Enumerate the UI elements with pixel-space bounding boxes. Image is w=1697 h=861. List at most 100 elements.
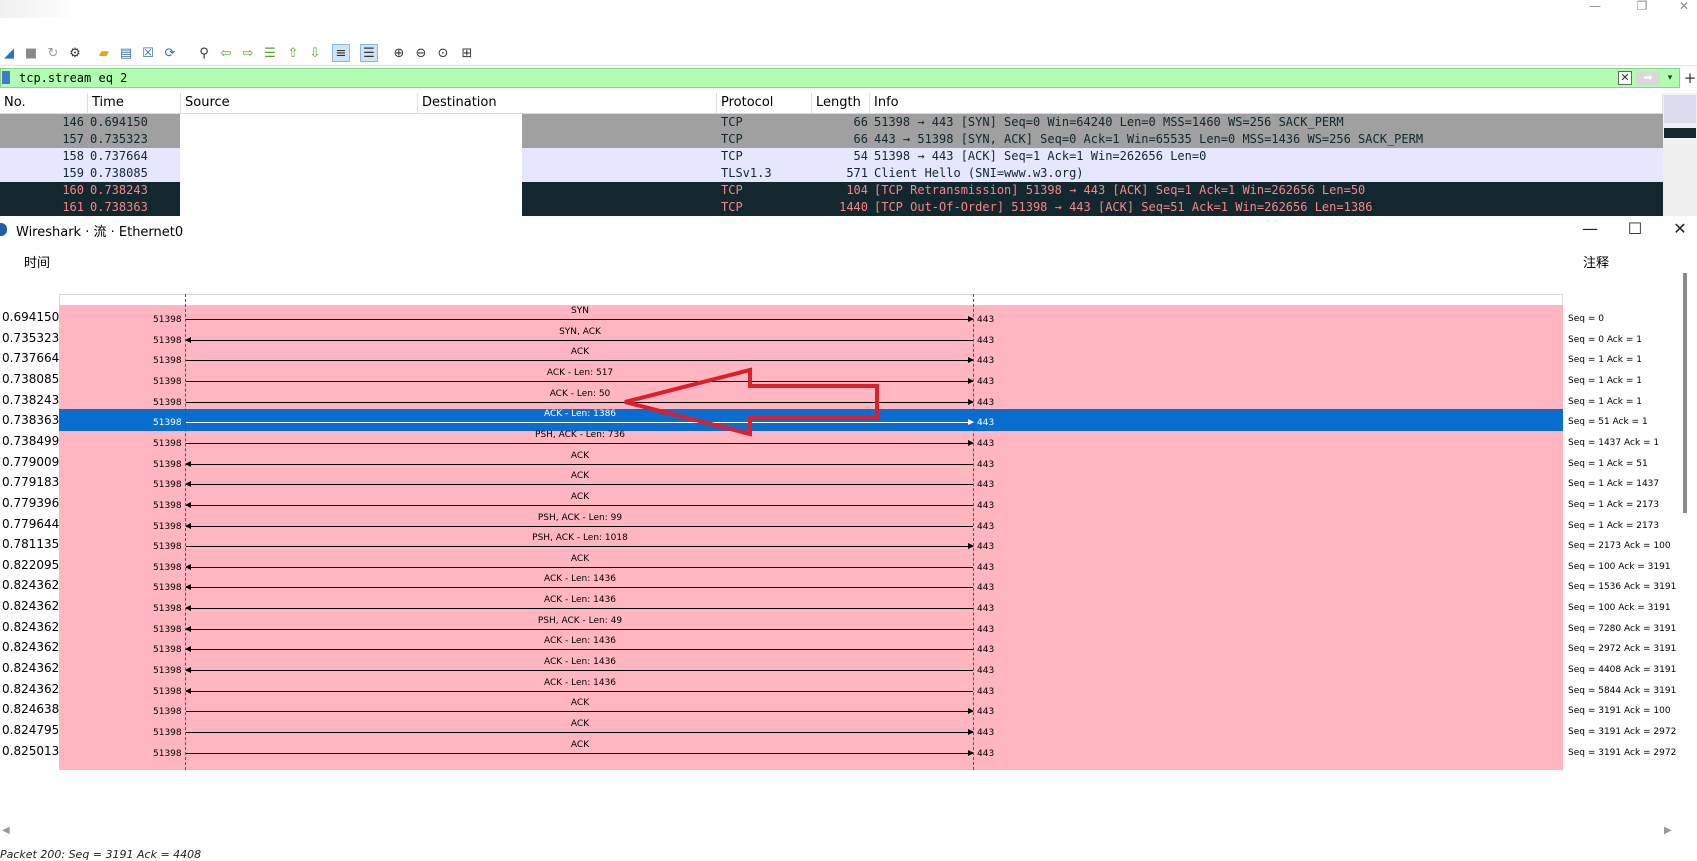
flow-row[interactable]: 0.738243 51398 ACK - Len: 50 443 Seq = 1 Ack… — [0, 389, 1697, 411]
flow-port-b: 443 — [977, 542, 995, 553]
zoom-normal-icon[interactable]: ⊙ — [434, 44, 452, 62]
packet-info: Client Hello (SNI=www.w3.org) — [874, 166, 1084, 180]
find-magnifier-icon[interactable]: ⚲ — [195, 44, 213, 62]
autoscroll-icon[interactable]: ≡ — [332, 44, 350, 62]
flow-comment: Seq = 7280 Ack = 3191 — [1568, 623, 1677, 634]
scroll-left-icon[interactable]: ◀ — [2, 825, 10, 836]
flow-header: 时间 注释 — [0, 252, 1697, 282]
go-back-arrow-icon[interactable]: ⇦ — [217, 44, 235, 62]
flow-row[interactable]: 0.694150 51398 SYN 443 Seq = 0 — [0, 306, 1697, 328]
flow-port-b: 443 — [977, 707, 995, 718]
flow-row[interactable]: 0.824638 51398 ACK 443 Seq = 3191 Ack = 100 — [0, 698, 1697, 720]
packet-list-scrollbar[interactable] — [1663, 93, 1697, 216]
flow-row[interactable]: 0.779183 51398 ACK 443 Seq = 1 Ack = 1437 — [0, 471, 1697, 493]
flow-row[interactable]: 0.735323 51398 SYN, ACK 443 Seq = 0 Ack = 1 — [0, 327, 1697, 349]
flow-row[interactable]: 0.738499 51398 PSH, ACK - Len: 736 443 Seq =… — [0, 430, 1697, 452]
main-close-button[interactable]: ✕ — [1669, 0, 1697, 14]
title-area — [0, 0, 80, 18]
save-file-icon[interactable]: ▤ — [117, 44, 135, 62]
column-header-info[interactable]: Info — [870, 93, 1663, 114]
flow-comment: Seq = 1 Ack = 2173 — [1568, 499, 1660, 510]
column-header-length[interactable]: Length — [812, 93, 870, 114]
flow-close-button[interactable]: ✕ — [1668, 220, 1692, 238]
capture-options-gear-icon[interactable]: ⚙ — [66, 44, 84, 62]
packet-row[interactable]: 158 0.737664 TCP 54 51398 → 443 [ACK] Seq=1 … — [0, 148, 1663, 165]
go-last-packet-icon[interactable]: ⇩ — [306, 44, 324, 62]
flow-row[interactable]: 0.779396 51398 ACK 443 Seq = 1 Ack = 2173 — [0, 492, 1697, 514]
packet-row[interactable]: 157 0.735323 TCP 66 443 → 51398 [SYN, ACK] S… — [0, 131, 1663, 148]
flow-row[interactable]: 0.824362 51398 ACK - Len: 1436 443 Seq = 440… — [0, 657, 1697, 679]
zoom-in-icon[interactable]: ⊕ — [390, 44, 408, 62]
column-header-protocol[interactable]: Protocol — [717, 93, 812, 114]
flow-port-a: 51398 — [153, 666, 182, 677]
flow-port-a: 51398 — [153, 728, 182, 738]
filter-clear-button[interactable]: ✕ — [1618, 71, 1632, 85]
flow-row[interactable]: 0.824362 51398 ACK - Len: 1436 443 Seq = 100… — [0, 595, 1697, 617]
flow-row[interactable]: 0.825013 51398 ACK 443 Seq = 3191 Ack = 2972 — [0, 740, 1697, 762]
flow-row[interactable]: 0.737664 51398 ACK 443 Seq = 1 Ack = 1 — [0, 347, 1697, 369]
flow-row[interactable]: 0.779644 51398 PSH, ACK - Len: 99 443 Seq = … — [0, 513, 1697, 535]
flow-port-b: 443 — [977, 397, 995, 408]
main-restore-button[interactable]: ❐ — [1627, 0, 1657, 14]
filter-bookmark-icon[interactable] — [2, 71, 10, 84]
flow-row[interactable]: 0.824362 51398 ACK - Len: 1436 443 Seq = 584… — [0, 678, 1697, 700]
flow-time: 0.779396 — [2, 495, 60, 510]
flow-label: PSH, ACK - Len: 49 — [537, 615, 623, 626]
packet-protocol: TCP — [721, 115, 743, 129]
packet-row[interactable]: 159 0.738085 TLSv1.3 571 Client Hello (SNI=w… — [0, 165, 1663, 182]
column-header-no[interactable]: No. — [0, 93, 88, 114]
main-minimize-button[interactable]: — — [1580, 0, 1610, 14]
flow-row[interactable]: 0.824362 51398 PSH, ACK - Len: 49 443 Seq = … — [0, 616, 1697, 638]
display-filter-input[interactable]: tcp.stream eq 2 — [0, 68, 1680, 88]
flow-row[interactable]: 0.779009 51398 ACK 443 Seq = 1 Ack = 51 — [0, 451, 1697, 473]
comment-column-header: 注释 — [1583, 256, 1610, 271]
open-folder-icon[interactable]: ▰ — [95, 44, 113, 62]
flow-port-a: 51398 — [153, 438, 182, 449]
close-file-icon[interactable]: ☒ — [139, 44, 157, 62]
flow-status-text: Packet 200: Seq = 3191 Ack = 4408 — [0, 848, 202, 861]
flow-port-b: 443 — [977, 521, 995, 532]
packet-row[interactable]: 161 0.738363 TCP 1440 [TCP Out-Of-Order] 513… — [0, 199, 1663, 216]
column-header-time[interactable]: Time — [88, 93, 181, 114]
packet-row[interactable]: 146 0.694150 TCP 66 51398 → 443 [SYN] Seq=0 … — [0, 114, 1663, 131]
flow-vertical-scrollbar[interactable] — [1683, 273, 1687, 513]
flow-maximize-button[interactable]: ☐ — [1623, 220, 1647, 238]
flow-port-a: 51398 — [153, 707, 182, 718]
filter-history-dropdown[interactable]: ▾ — [1664, 70, 1676, 86]
flow-horizontal-scrollbar[interactable]: ◀ ▶ — [0, 825, 1680, 839]
flow-row[interactable]: 0.822095 51398 ACK 443 Seq = 100 Ack = 3191 — [0, 554, 1697, 576]
flow-minimize-button[interactable]: — — [1578, 220, 1602, 238]
colorize-icon[interactable]: ☰ — [360, 44, 378, 62]
flow-comment: Seq = 1536 Ack = 3191 — [1568, 582, 1677, 593]
filter-apply-button[interactable]: ➡ — [1636, 71, 1660, 85]
packet-row[interactable]: 160 0.738243 TCP 104 [TCP Retransmission] 51… — [0, 182, 1663, 199]
reload-icon[interactable]: ⟳ — [161, 44, 179, 62]
flow-port-a: 51398 — [153, 459, 182, 470]
flow-row[interactable]: 0.781135 51398 PSH, ACK - Len: 1018 443 Seq … — [0, 533, 1697, 555]
resize-columns-icon[interactable]: ⊞ — [458, 44, 476, 62]
packet-protocol: TLSv1.3 — [721, 166, 772, 180]
flow-port-b: 443 — [977, 438, 995, 449]
column-header-source[interactable]: Source — [181, 93, 418, 114]
go-first-packet-icon[interactable]: ⇧ — [284, 44, 302, 62]
flow-port-a: 51398 — [153, 686, 182, 697]
zoom-out-icon[interactable]: ⊖ — [412, 44, 430, 62]
flow-row[interactable]: 0.738363 51398 ACK - Len: 1386 443 Seq = 51 … — [0, 409, 1697, 432]
packet-time: 0.738243 — [90, 183, 148, 197]
flow-time: 0.738499 — [2, 433, 60, 448]
flow-port-b: 443 — [977, 500, 995, 511]
stop-square-icon[interactable]: ■ — [22, 44, 40, 62]
shark-fin-start-icon[interactable]: ◢ — [0, 44, 18, 62]
flow-row[interactable]: 0.738085 51398 ACK - Len: 517 443 Seq = 1 Ac… — [0, 368, 1697, 390]
add-filter-button[interactable]: + — [1683, 68, 1697, 88]
flow-comment: Seq = 1 Ack = 1 — [1568, 375, 1642, 386]
flow-row[interactable]: 0.824362 51398 ACK - Len: 1436 443 Seq = 153… — [0, 574, 1697, 596]
restart-icon[interactable]: ↻ — [44, 44, 62, 62]
flow-row[interactable]: 0.824795 51398 ACK 443 Seq = 3191 Ack = 2972 — [0, 719, 1697, 741]
go-forward-arrow-icon[interactable]: ⇨ — [239, 44, 257, 62]
flow-row[interactable]: 0.824362 51398 ACK - Len: 1436 443 Seq = 297… — [0, 636, 1697, 658]
scroll-right-icon[interactable]: ▶ — [1664, 825, 1672, 836]
column-header-destination[interactable]: Destination — [418, 93, 717, 114]
go-to-packet-icon[interactable]: ☰ — [261, 44, 279, 62]
flow-arrow — [185, 625, 973, 632]
